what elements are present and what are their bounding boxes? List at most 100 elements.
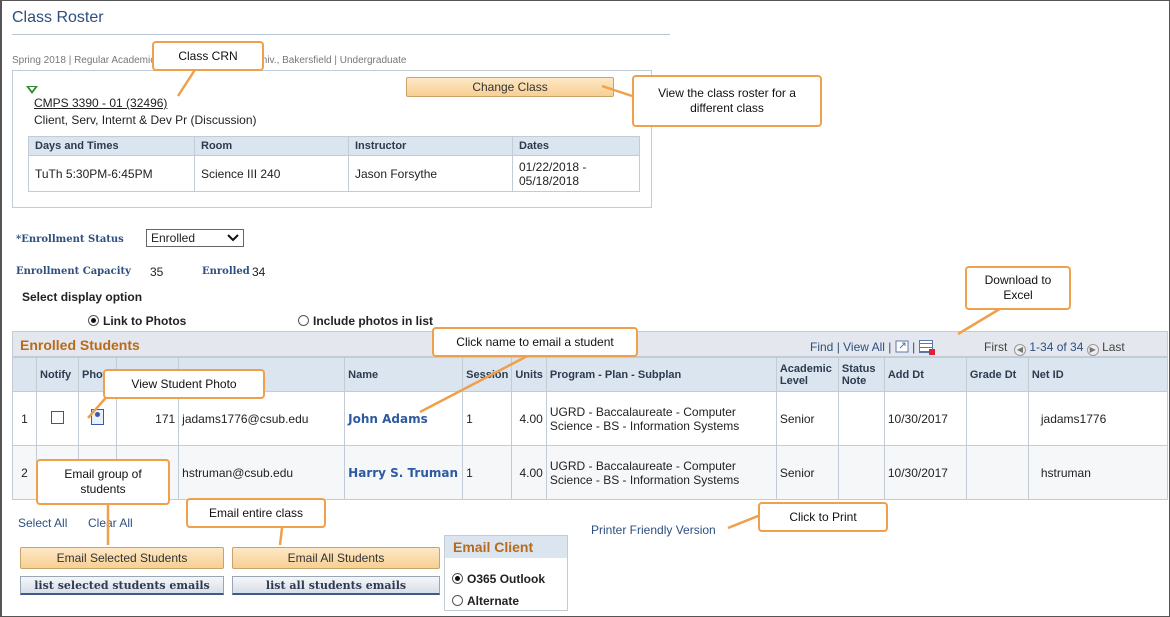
radio-label: Link to Photos [103, 314, 187, 328]
find-link[interactable]: Find [810, 340, 833, 354]
schedule-header: Room [194, 136, 349, 156]
pagination: First ◀ 1-34 of 34 ▶ Last [984, 340, 1125, 356]
program: UGRD - Baccalaureate - Computer Science … [545, 445, 777, 500]
net-id: hstruman [1027, 445, 1169, 500]
enrollment-status-label: *Enrollment Status [16, 234, 124, 245]
radio-alternate[interactable]: Alternate [452, 594, 519, 608]
academic-level: Senior [775, 445, 839, 500]
printer-friendly-link[interactable]: Printer Friendly Version [591, 523, 716, 537]
column-header [12, 357, 37, 392]
radio-o365[interactable]: O365 Outlook [452, 572, 545, 586]
status-note [837, 445, 885, 500]
enrollment-status-value: Enrolled [151, 231, 196, 245]
callout-download-excel: Download to Excel [965, 266, 1071, 310]
callout-class-crn: Class CRN [152, 41, 264, 71]
email-client-title: Email Client [445, 536, 567, 558]
callout-click-name: Click name to email a student [432, 327, 638, 357]
callout-view-photo: View Student Photo [103, 369, 265, 399]
radio-selected-icon[interactable] [452, 573, 463, 584]
name-cell: John Adams [344, 391, 464, 446]
previous-icon[interactable]: ◀ [1014, 344, 1026, 356]
display-option-label: Select display option [22, 290, 143, 304]
column-header: Session [462, 357, 513, 392]
student-name-link[interactable]: Harry S. Truman [348, 466, 458, 480]
radio-label: Include photos in list [313, 314, 433, 328]
schedule-row: TuTh 5:30PM-6:45PM Science III 240 Jason… [28, 155, 640, 192]
title-divider [12, 34, 670, 35]
table-row: 2 hstruman@csub.edu Harry S. Truman 1 4.… [12, 445, 1169, 500]
schedule-header: Days and Times [28, 136, 195, 156]
last-link[interactable]: Last [1102, 340, 1125, 354]
class-description: Client, Serv, Internt & Dev Pr (Discussi… [34, 113, 257, 127]
radio-include-photos[interactable]: Include photos in list [298, 314, 433, 328]
column-header: Status Note [837, 357, 885, 392]
select-all-link[interactable]: Select All [18, 516, 67, 530]
callout-click-print: Click to Print [758, 502, 888, 532]
email-selected-button[interactable]: Email Selected Students [20, 547, 224, 569]
radio-selected-icon[interactable] [88, 315, 99, 326]
program: UGRD - Baccalaureate - Computer Science … [545, 391, 777, 446]
column-header: Name [344, 357, 464, 392]
page-range: 1-34 of 34 [1029, 340, 1084, 354]
column-header: Academic Level [775, 357, 839, 392]
student-id: 171 [116, 391, 180, 446]
column-header: Add Dt [883, 357, 967, 392]
list-all-emails-button[interactable]: list all students emails [232, 576, 440, 595]
photo-cell [77, 391, 118, 446]
student-email: jadams1776@csub.edu [178, 391, 346, 446]
column-header: Units [511, 357, 547, 392]
status-note [837, 391, 885, 446]
schedule-cell: Jason Forsythe [348, 155, 513, 192]
callout-email-class: Email entire class [186, 498, 326, 528]
enrolled-value: 34 [252, 265, 266, 279]
email-all-button[interactable]: Email All Students [232, 547, 440, 569]
academic-level: Senior [775, 391, 839, 446]
chevron-down-icon [227, 234, 239, 242]
schedule-cell: Science III 240 [194, 155, 349, 192]
radio-link-to-photos[interactable]: Link to Photos [88, 314, 186, 328]
change-class-button[interactable]: Change Class [406, 77, 614, 97]
table-row: 1 171 jadams1776@csub.edu John Adams 1 4… [12, 391, 1169, 446]
new-window-icon[interactable] [895, 340, 909, 353]
enrollment-capacity-value: 35 [150, 265, 164, 279]
page-title: Class Roster [12, 9, 104, 26]
student-photo-icon[interactable] [91, 409, 105, 425]
enrollment-capacity-label: Enrollment Capacity [16, 266, 131, 277]
units: 4.00 [511, 391, 547, 446]
student-name-link[interactable]: John Adams [348, 412, 428, 426]
session: 1 [462, 445, 513, 500]
grid-nav-tools: Find | View All | | [810, 340, 935, 355]
units: 4.00 [511, 445, 547, 500]
collapse-triangle-icon[interactable] [26, 86, 38, 94]
schedule-header: Instructor [348, 136, 513, 156]
session: 1 [462, 391, 513, 446]
notify-cell [36, 391, 79, 446]
download-excel-icon[interactable] [918, 340, 935, 355]
enrollment-status-select[interactable]: Enrolled [146, 229, 244, 247]
column-header: Program - Plan - Subplan [545, 357, 777, 392]
first-link[interactable]: First [984, 340, 1007, 354]
schedule-header: Dates [512, 136, 640, 156]
add-date: 10/30/2017 [883, 391, 967, 446]
grade-date [965, 445, 1029, 500]
radio-label: Alternate [467, 594, 520, 608]
row-number: 2 [12, 445, 37, 500]
add-date: 10/30/2017 [883, 445, 967, 500]
column-header: Notify [36, 357, 79, 392]
schedule-cell: 01/22/2018 - 05/18/2018 [512, 155, 640, 192]
clear-all-link[interactable]: Clear All [88, 516, 133, 530]
grid-title: Enrolled Students [20, 337, 140, 353]
class-link[interactable]: CMPS 3390 - 01 (32496) [34, 96, 167, 110]
next-icon[interactable]: ▶ [1086, 344, 1099, 356]
view-all-link[interactable]: View All [843, 340, 885, 354]
notify-checkbox[interactable] [51, 410, 64, 424]
student-email: hstruman@csub.edu [178, 445, 346, 500]
column-header: Net ID [1027, 357, 1169, 392]
name-cell: Harry S. Truman [344, 445, 464, 500]
enrolled-label: Enrolled [202, 266, 250, 277]
schedule-table: Days and Times Room Instructor Dates TuT… [28, 136, 640, 192]
radio-unselected-icon[interactable] [452, 595, 463, 606]
radio-unselected-icon[interactable] [298, 315, 309, 326]
list-selected-emails-button[interactable]: list selected students emails [20, 576, 224, 595]
radio-label: O365 Outlook [467, 572, 546, 586]
